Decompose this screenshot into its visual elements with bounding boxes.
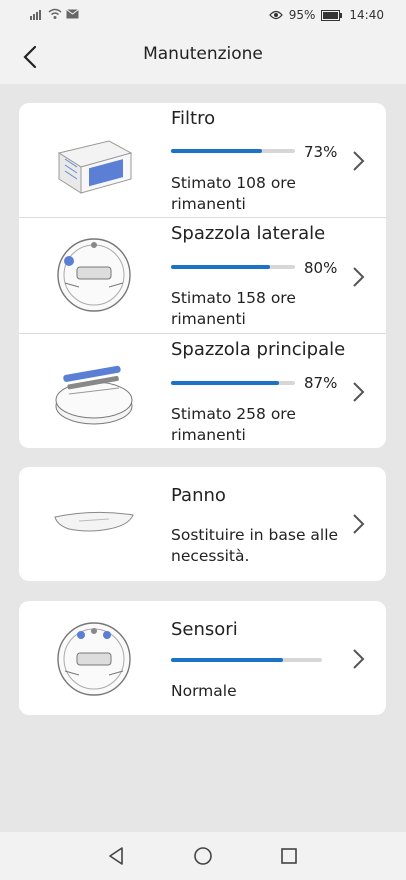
- filter-progress-fill: [171, 149, 262, 153]
- main-brush-description: Stimato 258 ore rimanenti: [171, 405, 296, 444]
- chevron-right-icon: [353, 514, 365, 534]
- main-brush-row[interactable]: Spazzola principale 87% Stimato 258 ore …: [19, 334, 386, 448]
- chevron-right-icon: [353, 151, 365, 171]
- eye-icon: [268, 10, 283, 20]
- side-brush-description: Stimato 158 ore rimanenti: [171, 289, 296, 328]
- battery-icon: [321, 9, 343, 21]
- side-brush-progress-bar: [171, 265, 295, 269]
- mail-icon: [66, 9, 79, 19]
- recents-square-icon[interactable]: [277, 844, 301, 868]
- consumables-card: Filtro 73% Stimato 108 ore rimanenti Spa…: [19, 103, 386, 448]
- filter-row[interactable]: Filtro 73% Stimato 108 ore rimanenti: [19, 103, 386, 217]
- main-brush-progress-fill: [171, 381, 279, 385]
- side-brush-progress-fill: [171, 265, 271, 269]
- filter-icon: [57, 140, 133, 194]
- mop-card: Panno Sostituire in base alle necessità.: [19, 467, 386, 581]
- signal-icon: [30, 10, 41, 20]
- filter-title: Filtro: [171, 108, 216, 129]
- sensors-robot-icon: [57, 622, 131, 696]
- navigation-bar: [0, 832, 406, 880]
- back-triangle-icon[interactable]: [104, 844, 128, 868]
- page-title: Manutenzione: [143, 44, 263, 64]
- home-circle-icon[interactable]: [191, 844, 215, 868]
- chevron-right-icon: [353, 267, 365, 287]
- main-brush-progress-bar: [171, 381, 295, 385]
- status-icons-right: 95% 14:40: [268, 8, 384, 22]
- sensors-title: Sensori: [171, 619, 238, 640]
- filter-progress-bar: [171, 149, 295, 153]
- wifi-icon: [48, 8, 62, 19]
- mop-title: Panno: [171, 485, 226, 506]
- side-brush-title: Spazzola laterale: [171, 223, 326, 244]
- mop-icon: [54, 511, 134, 532]
- filter-description: Stimato 108 ore rimanenti: [171, 174, 296, 213]
- sensors-progress-fill: [171, 658, 283, 662]
- main-brush-title: Spazzola principale: [171, 339, 346, 360]
- side-brush-robot-icon: [57, 238, 131, 312]
- header: Manutenzione: [0, 30, 406, 84]
- battery-percent: 95%: [288, 8, 316, 22]
- status-icons-left: [30, 8, 79, 20]
- clock: 14:40: [349, 8, 384, 22]
- sensors-progress-bar: [171, 658, 322, 662]
- chevron-right-icon: [353, 649, 365, 669]
- mop-row[interactable]: Panno Sostituire in base alle necessità.: [19, 467, 386, 581]
- sensors-description: Normale: [171, 682, 237, 700]
- main-brush-robot-icon: [55, 365, 133, 425]
- chevron-right-icon: [353, 382, 365, 402]
- mop-description: Sostituire in base alle necessità.: [171, 526, 339, 565]
- main-brush-percent: 87%: [304, 374, 338, 392]
- status-bar: 95% 14:40: [0, 0, 406, 30]
- side-brush-percent: 80%: [304, 259, 338, 277]
- sensors-row[interactable]: Sensori Normale: [19, 601, 386, 715]
- filter-percent: 73%: [304, 143, 338, 161]
- side-brush-row[interactable]: Spazzola laterale 80% Stimato 158 ore ri…: [19, 218, 386, 333]
- sensors-card: Sensori Normale: [19, 601, 386, 715]
